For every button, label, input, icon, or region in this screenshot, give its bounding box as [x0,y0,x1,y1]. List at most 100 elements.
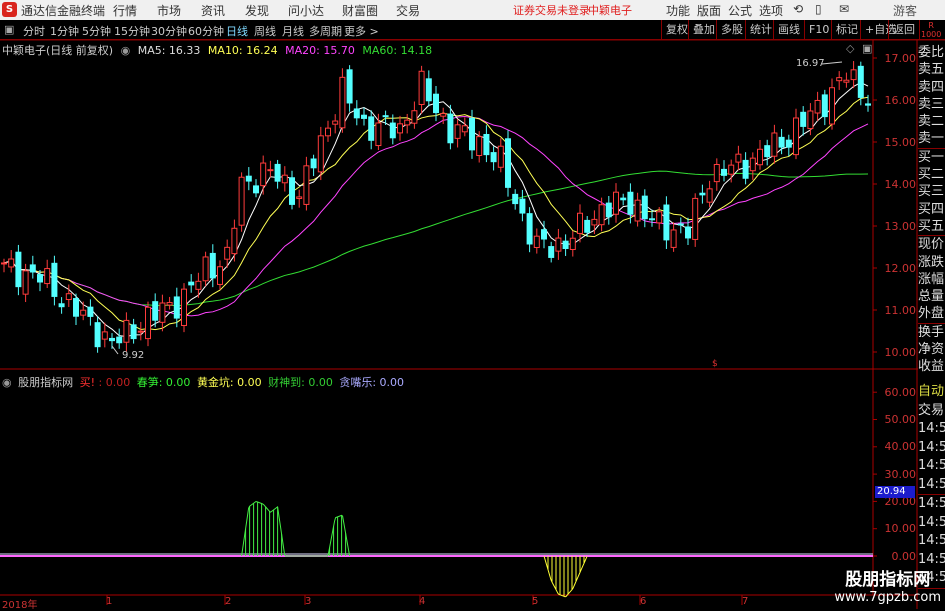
candle-body [821,94,828,118]
ind-tick: 10.00 [884,522,917,535]
candle-body [742,159,749,179]
price-tick: 15.00 [884,136,917,149]
candle-body [512,193,519,205]
price-tick: 11.00 [884,304,917,317]
settings-icon[interactable]: ◉ [2,376,12,389]
quote-row: 净资 [918,342,945,358]
quote-row: 卖一 [918,130,945,149]
candle-body [94,322,101,348]
diamond-icon[interactable]: ◇ [846,42,854,55]
candle-body [749,157,756,172]
quote-row: 自动 [918,384,945,399]
quote-panel: 委比 卖五 卖四 卖三 卖二 卖一 买一 买二 买三 买四 买五 现价 涨跌 涨幅 总量 外盘 换手 净资 收益 [918,44,945,376]
date-tick: 4 [419,596,426,607]
quote-row: 收益 [918,359,945,375]
price-tick: 16.00 [884,94,917,107]
candle-body [591,218,598,226]
trade-panel: 自动交易14:5614:5614:5614:5614:5614:5614:561… [918,383,945,589]
candle-body [641,195,648,220]
candle-body [245,175,252,182]
quote-row: 总量 [918,289,945,305]
candle-body [778,136,785,148]
candle-body [562,240,569,250]
candle-body [29,264,36,273]
quote-row: 委比 [918,45,945,60]
chart-title: 中颖电子(日线 前复权) [2,44,114,57]
tanzhangle-label: 贪嘴乐: 0.00 [339,376,405,389]
candle-body [339,76,346,129]
candle-body [58,303,65,308]
candle-body [706,188,713,203]
candle-body [800,111,807,127]
candle-body [627,191,634,215]
event-marker[interactable]: $ [712,359,718,369]
high-price-label: 16.97 [796,58,825,69]
candle-body [771,132,778,157]
ma60-label: MA60: 14.18 [362,44,433,57]
indicator-header: ◉ 股朋指标网 买! : 0.00 春笋: 0.00 黄金坑: 0.00 财神到… [2,374,407,390]
candle-body [411,110,418,124]
quote-row: 买二 [918,167,945,183]
candle-body [447,113,454,144]
ind-tick: 0.00 [891,550,917,563]
candle-body [253,185,259,194]
candle-body [303,165,310,205]
candle-body [440,113,447,117]
candle-body [325,127,331,137]
candle-body [145,306,151,340]
ma60-line [3,170,869,307]
candle-body [166,302,173,306]
candle-body [231,227,238,255]
candle-body [656,211,663,224]
huangjinkeng-label: 黄金坑: 0.00 [196,376,262,389]
quote-row: 涨跌 [918,254,945,270]
candle-body [289,177,295,205]
candle-body [505,138,511,188]
high-arrow [821,61,843,65]
buy-value: : 0.00 [98,376,131,389]
candle-body [22,270,29,295]
quote-row: 卖五 [918,62,945,78]
quote-row: 涨幅 [918,271,945,287]
candle-body [274,163,281,182]
candle-body [51,262,58,297]
candle-body [188,281,195,286]
indicator-crosshair-value: 20.94 [875,486,915,498]
candle-body [807,110,814,130]
candle-body [685,226,691,239]
candle-body [663,204,670,241]
candle-body [548,246,555,258]
candle-body [195,280,202,290]
candle-body [80,309,87,316]
candle-body [843,79,850,83]
date-tick: 5 [532,596,539,607]
quote-row: 现价 [918,237,945,253]
candle-body [238,176,245,226]
candle-body [728,164,735,175]
price-tick: 10.00 [884,346,917,359]
quote-row: 卖四 [918,79,945,95]
candle-body [173,296,180,319]
candle-body [483,133,490,156]
candle-body [692,197,699,240]
candle-body [490,152,497,163]
candle-body [353,108,360,119]
settings-icon[interactable]: ◉ [121,44,131,57]
candle-body [346,69,353,104]
quote-row: 买三 [918,184,945,200]
panel-icon[interactable]: ▣ [862,42,872,55]
kline-chart[interactable] [0,0,945,609]
candle-body [620,197,627,201]
candle-body [699,192,706,196]
date-tick: 7 [742,596,749,607]
candle-body [389,122,396,139]
candle-body [461,125,468,133]
quote-row: 外盘 [918,305,945,324]
candle-body [130,324,137,340]
candle-body [418,70,425,105]
candle-body [634,199,641,222]
candle-body [519,198,526,214]
candle-body [73,298,79,317]
quote-row: 14:56 [918,458,945,473]
candle-body [541,229,547,240]
